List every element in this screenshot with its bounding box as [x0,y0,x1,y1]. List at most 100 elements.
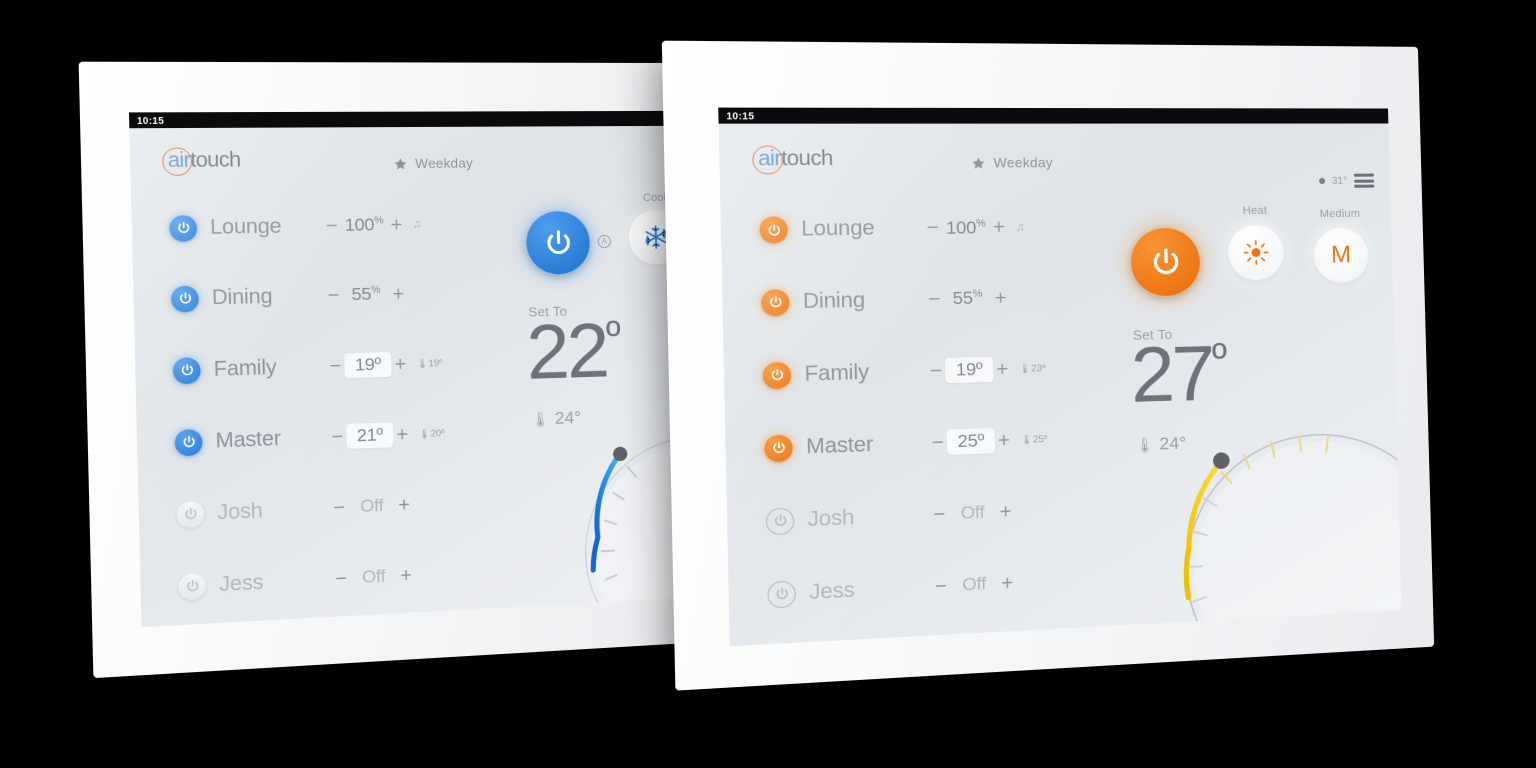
power-icon [1148,245,1183,279]
zone-increment-button[interactable]: + [994,429,1013,451]
logo-touch-text: touch [189,148,241,173]
zone-decrement-button[interactable]: − [326,355,345,377]
status-bar-time: 10:15 [726,110,755,121]
zone-value: Off [962,573,987,595]
zone-increment-button[interactable]: + [991,287,1010,309]
airtouch-logo-left: airtouch [161,146,241,176]
zone-power-toggle[interactable] [169,214,198,242]
zone-power-toggle[interactable] [765,506,795,535]
zone-sensor-temp: 🌡19º [416,357,443,369]
zone-value: 100% [344,214,384,235]
zone-row-dining[interactable]: Dining − 55% + [760,261,1111,339]
zone-power-toggle[interactable] [176,500,205,528]
status-bar-right: 10:15 [718,107,1389,124]
zone-controls: − 21º + 🌡20º [328,421,445,450]
zone-decrement-button[interactable]: − [926,360,945,382]
zone-name: Lounge [209,214,282,239]
schedule-indicator-left[interactable]: Weekday [393,155,473,171]
zone-name: Family [213,355,277,381]
zone-controls: − Off + [930,500,1015,526]
zone-name: Master [215,426,282,453]
zone-name: Jess [218,570,264,596]
power-icon [766,222,782,237]
zone-row-lounge[interactable]: Lounge − 100% + ♫ [759,192,1110,266]
zone-controls: − 19º + 🌡19º [326,351,443,379]
zone-row-master[interactable]: Master − 25º + 🌡25º [764,401,1116,485]
zone-row-family[interactable]: Family − 19º + 🌡19º [172,327,495,407]
zone-row-dining[interactable]: Dining − 55% + [170,257,492,335]
schedule-label: Weekday [993,154,1054,171]
power-icon [181,434,197,449]
power-icon [179,363,195,378]
zone-power-toggle[interactable] [172,356,201,384]
zone-decrement-button[interactable]: − [330,496,349,518]
device-left-screen-frame: 10:15 airtouch Weekday Lounge − 100% + ♫… [128,110,710,628]
spill-icon: ♫ [412,218,422,231]
zone-row-jess[interactable]: Jess − Off + [177,536,500,623]
zone-controls: − 25º + 🌡25º [928,426,1047,455]
zone-increment-button[interactable]: + [397,564,416,586]
zone-increment-button[interactable]: + [395,494,413,516]
fan-speed-letter: M [1330,241,1352,269]
zone-increment-button[interactable]: + [393,423,411,445]
zone-name: Family [804,360,870,386]
power-icon [542,227,575,259]
zone-decrement-button[interactable]: − [925,288,944,310]
zone-increment-button[interactable]: + [391,353,409,375]
zone-value: 25º [946,428,996,455]
zone-decrement-button[interactable]: − [930,503,949,526]
zone-power-toggle[interactable] [170,285,200,312]
zone-power-toggle[interactable] [767,579,797,609]
system-power-button[interactable] [525,210,591,275]
zone-row-family[interactable]: Family − 19º + 🌡23º [762,331,1114,412]
zone-power-toggle[interactable] [762,361,792,389]
power-icon [182,506,198,521]
zone-sensor-temp: 🌡25º [1020,433,1048,445]
schedule-indicator-right[interactable]: Weekday [971,155,1053,171]
thermometer-icon: 🌡 [1135,435,1155,453]
zone-power-toggle[interactable] [764,434,793,462]
zone-row-lounge[interactable]: Lounge − 100% + ♫ [169,190,491,263]
zone-power-toggle[interactable] [760,288,790,316]
zone-increment-button[interactable]: + [389,283,407,305]
zone-controls: − 19º + 🌡23º [926,355,1046,384]
set-temperature: 22º [525,307,622,397]
zone-power-toggle[interactable] [174,428,203,456]
airtouch-ui-left: airtouch Weekday Lounge − 100% + ♫ Dinin… [129,125,710,628]
temperature-dial-right[interactable] [1162,402,1402,632]
spill-icon: ♫ [1015,220,1025,234]
zone-increment-button[interactable]: + [996,500,1015,523]
status-bar-time: 10:15 [136,114,165,126]
zone-decrement-button[interactable]: − [322,215,341,237]
fan-speed-label: Medium [1319,207,1361,221]
zone-name: Lounge [801,216,875,241]
zone-value: 19º [944,356,994,384]
zone-decrement-button[interactable]: − [328,426,347,448]
outdoor-temperature: 31° [1331,175,1348,187]
zone-power-toggle[interactable] [178,572,207,601]
schedule-label: Weekday [415,155,474,172]
fan-speed-button[interactable]: M [1313,227,1369,283]
zone-increment-button[interactable]: + [993,358,1012,380]
zone-decrement-button[interactable]: − [923,217,942,239]
zone-decrement-button[interactable]: − [928,431,947,454]
zone-decrement-button[interactable]: − [324,284,343,306]
zone-controls: − 55% + [925,287,1010,310]
zone-name: Dining [211,284,273,309]
weather-dot-icon [1318,177,1326,184]
device-right: 10:15 airtouch Weekday 31° Lounge − 100%… [661,40,1435,691]
zone-row-master[interactable]: Master − 21º + 🌡20º [174,396,497,478]
zone-decrement-button[interactable]: − [332,567,351,590]
zone-name: Josh [807,505,855,531]
zone-value: Off [361,566,386,587]
system-power-button[interactable] [1130,227,1201,297]
zone-increment-button[interactable]: + [387,214,405,236]
zone-decrement-button[interactable]: − [931,575,950,598]
zone-increment-button[interactable]: + [998,572,1017,595]
zone-controls: − 100% + ♫ [322,214,422,237]
zone-power-toggle[interactable] [759,216,789,244]
zone-row-jess[interactable]: Jess − Off + [767,542,1119,631]
mode-button-heat[interactable] [1227,224,1285,281]
zone-name: Master [805,432,874,459]
zone-increment-button[interactable]: + [989,216,1008,238]
